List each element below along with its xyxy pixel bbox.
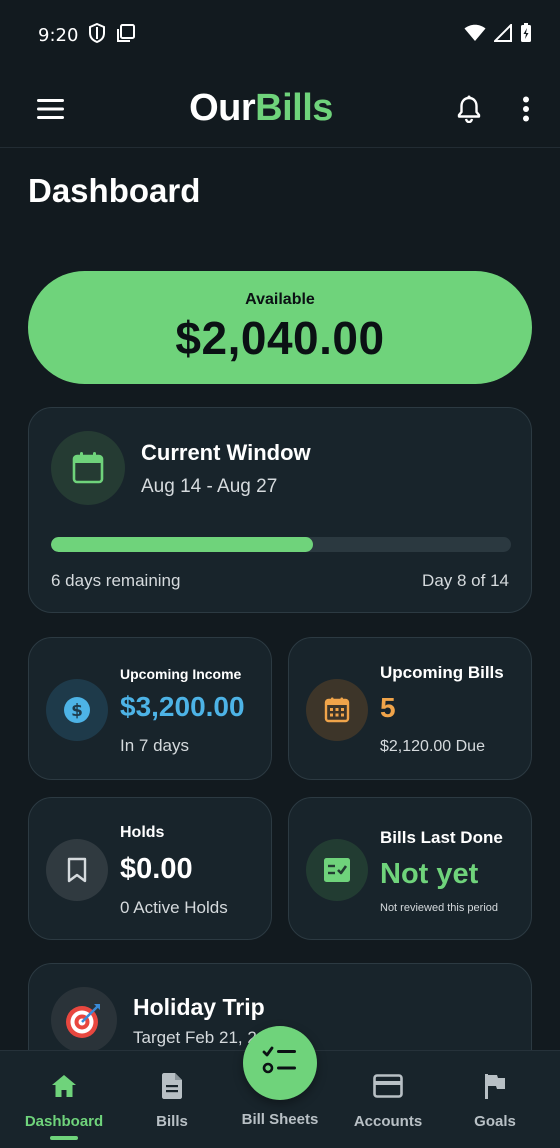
menu-icon[interactable] [36,98,66,120]
bell-icon[interactable] [456,95,482,123]
bills-count: 5 [380,692,396,723]
nav-bill-sheets-label: Bill Sheets [241,1111,319,1128]
screen-icon [116,23,136,48]
checklist-icon [306,839,368,901]
available-balance-card[interactable]: Available $2,040.00 [28,271,532,384]
wifi-icon [464,24,486,46]
flag-icon [483,1071,507,1101]
document-icon [160,1071,184,1101]
bills-last-done-tile[interactable]: Bills Last Done Not yet Not reviewed thi… [288,797,532,940]
window-progress-fill [51,537,314,552]
status-bar: 9:20 [0,0,560,70]
last-done-value: Not yet [380,858,479,890]
more-vertical-icon[interactable] [522,96,530,122]
upcoming-bills-tile[interactable]: Upcoming Bills 5 $2,120.00 Due [288,637,532,780]
current-window-card[interactable]: Current Window Aug 14 - Aug 27 6 days re… [28,407,532,613]
goal-target-date: Target Feb 21, 2 [133,1028,257,1047]
bills-due: $2,120.00 Due [380,738,485,755]
window-day-count: Day 8 of 14 [422,571,509,590]
nav-bills[interactable]: Bills [118,1051,226,1148]
bookmark-icon [46,839,108,901]
target-icon [51,987,117,1053]
window-title: Current Window [141,440,311,465]
goal-title: Holiday Trip [133,994,265,1020]
brand-bills: Bills [255,87,333,129]
available-label: Available [245,290,315,308]
income-value: $3,200.00 [120,691,245,722]
nav-goals[interactable]: Goals [441,1051,549,1148]
battery-icon [520,23,532,47]
bill-sheets-fab[interactable] [243,1026,317,1100]
home-icon [50,1071,78,1101]
window-date-range: Aug 14 - Aug 27 [141,476,278,497]
checklist-fab-icon [262,1045,298,1082]
brand-our: Our [189,87,256,129]
upcoming-income-tile[interactable]: $ Upcoming Income $3,200.00 In 7 days [28,637,272,780]
nav-active-indicator [50,1136,78,1140]
status-time: 9:20 [38,24,79,46]
svg-text:$: $ [71,701,83,721]
nav-accounts-label: Accounts [353,1113,423,1130]
income-title: Upcoming Income [120,666,242,682]
page-title: Dashboard [28,172,201,209]
nav-dashboard-label: Dashboard [24,1113,104,1130]
nav-bills-label: Bills [156,1113,188,1130]
bills-title: Upcoming Bills [380,663,504,682]
window-progress-bar [51,537,511,552]
nav-accounts[interactable]: Accounts [334,1051,442,1148]
calendar-icon [51,431,125,505]
app-logo: OurBills [189,87,333,130]
signal-icon [492,22,512,46]
last-done-sub: Not reviewed this period [380,902,499,914]
window-days-remaining: 6 days remaining [51,571,181,590]
shield-icon [88,22,106,48]
calendar-grid-icon [306,679,368,741]
holds-value: $0.00 [120,853,193,885]
app-bar: OurBills [0,70,560,148]
holds-tile[interactable]: Holds $0.00 0 Active Holds [28,797,272,940]
credit-card-icon [373,1071,403,1101]
nav-dashboard[interactable]: Dashboard [10,1051,118,1148]
available-amount: $2,040.00 [175,311,385,364]
dollar-icon: $ [46,679,108,741]
holds-title: Holds [120,824,165,841]
holds-sub: 0 Active Holds [120,898,228,917]
nav-goals-label: Goals [474,1113,516,1130]
income-sub: In 7 days [120,736,189,755]
last-done-title: Bills Last Done [380,828,503,847]
